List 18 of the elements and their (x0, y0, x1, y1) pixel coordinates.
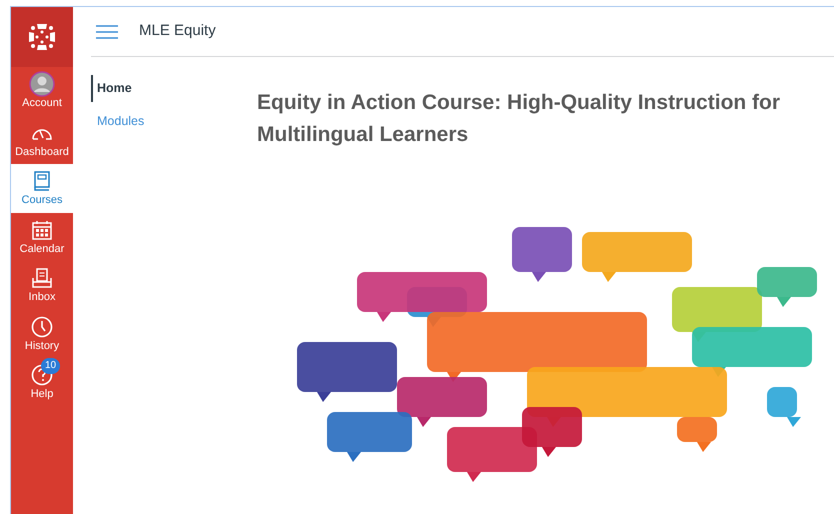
nav-item[interactable]: Dashboard (11, 116, 73, 164)
menu-icon[interactable] (96, 24, 118, 38)
nav-item[interactable]: Account (11, 67, 73, 116)
clock-icon (31, 316, 53, 338)
avatar-icon (29, 71, 55, 98)
calendar-icon (32, 220, 52, 240)
course-title: MLE Equity (139, 21, 216, 42)
nav-item[interactable]: 10 Help (11, 358, 73, 406)
nav-item[interactable]: Courses (11, 164, 73, 212)
notification-badge: 10 (41, 358, 60, 374)
nav-item[interactable]: History (11, 310, 73, 358)
inbox-icon (32, 268, 52, 288)
nav-item[interactable]: Calendar (11, 212, 73, 261)
course-nav-link[interactable]: Home (91, 75, 132, 102)
book-icon (34, 171, 50, 192)
nav-item[interactable]: Inbox (11, 261, 73, 310)
course-nav-link[interactable]: Modules (91, 108, 144, 134)
page-heading: Equity in Action Course: High-Quality Instruction for Multilingual Learners (257, 90, 782, 148)
